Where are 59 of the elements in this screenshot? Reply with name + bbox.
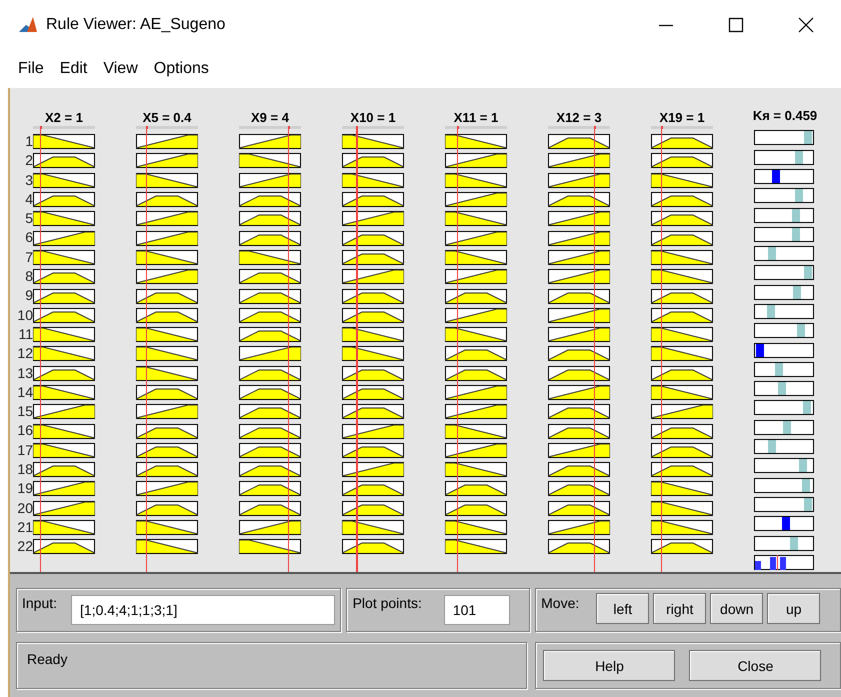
menu-item[interactable]: Edit [52, 60, 96, 78]
rule-number: 1 [24, 132, 33, 151]
input-marker[interactable] [660, 126, 663, 129]
plot-points-field[interactable]: 101 [444, 595, 510, 625]
input-label: X19 = 1 [659, 110, 705, 125]
input-marker[interactable] [356, 126, 358, 129]
rule-number: 19 [16, 479, 33, 498]
input-marker[interactable] [40, 126, 42, 129]
rule-number: 17 [16, 440, 33, 460]
input-field[interactable]: [1;0.4;4;1;1;3;1] [71, 595, 336, 625]
rule-number: 20 [16, 498, 33, 518]
menu-item[interactable]: View [95, 60, 146, 78]
rule-number: 15 [16, 402, 33, 422]
aggregate-output-plot [754, 554, 814, 570]
rule-number: 3 [24, 170, 33, 190]
input-label: X10 = 1 [350, 110, 396, 125]
dialog-button[interactable]: Close [689, 650, 822, 681]
app-logo-icon [18, 16, 38, 34]
input-marker[interactable] [288, 126, 290, 129]
input-marker[interactable] [146, 126, 148, 129]
input-marker[interactable] [456, 126, 459, 129]
menu-item[interactable]: File [10, 60, 52, 78]
move-button[interactable]: down [710, 593, 764, 624]
rule-number: 5 [24, 209, 33, 228]
rule-number: 21 [16, 518, 33, 537]
rule-number: 9 [24, 286, 33, 306]
rule-number: 10 [16, 306, 33, 325]
input-label: Input: [22, 595, 58, 613]
input-label: X11 = 1 [454, 110, 498, 125]
rule-number: 11 [17, 324, 33, 344]
input-marker[interactable] [594, 126, 596, 129]
move-button[interactable]: right [653, 593, 706, 624]
menu-item[interactable]: Options [146, 60, 217, 78]
rule-number: 2 [24, 151, 33, 170]
rule-number: 13 [16, 364, 33, 383]
input-label: X5 = 0.4 [142, 110, 192, 125]
rule-number: 14 [16, 382, 33, 402]
status-text: Ready [27, 651, 68, 669]
move-button[interactable]: up [767, 593, 820, 624]
window-title: Rule Viewer: AE_Sugeno [46, 16, 226, 34]
rule-number: 12 [16, 344, 33, 364]
input-value-line[interactable] [356, 129, 358, 572]
rule-number: 8 [24, 267, 33, 286]
rule-number: 18 [16, 460, 33, 480]
move-button[interactable]: left [596, 593, 650, 624]
output-label: Kя = 0.459 [752, 108, 818, 124]
dialog-button[interactable]: Help [543, 650, 676, 681]
maximize-icon[interactable] [728, 17, 744, 33]
rule-number: 7 [24, 248, 33, 267]
rule-number: 16 [16, 421, 33, 440]
rule-number: 4 [24, 190, 33, 209]
rule-number: 22 [16, 537, 33, 556]
close-icon[interactable] [798, 17, 814, 33]
input-label: X9 = 4 [251, 110, 289, 125]
rule-number: 6 [24, 228, 33, 248]
move-label: Move: [541, 595, 580, 613]
input-label: X12 = 3 [556, 110, 602, 125]
plot-points-label: Plot points: [352, 595, 422, 613]
input-label: X2 = 1 [45, 110, 83, 125]
